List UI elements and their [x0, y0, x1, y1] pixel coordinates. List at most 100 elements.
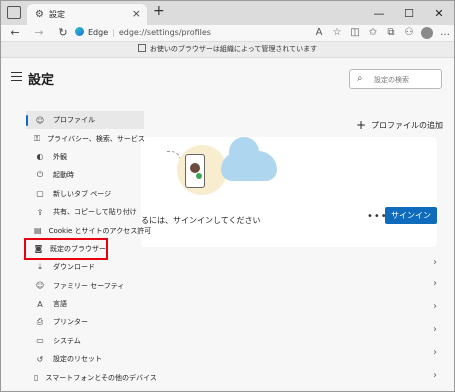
managed-notice-bar: お使いのブラウザーは組織によって管理されています — [1, 41, 454, 58]
minimize-icon[interactable]: — — [364, 1, 394, 25]
split-screen-icon[interactable]: ◫ — [346, 25, 364, 41]
sidebar-item-label: 共有、コピーして貼り付け — [53, 208, 137, 217]
status-dot — [196, 173, 202, 179]
profile-avatar-icon[interactable] — [418, 25, 436, 41]
sidebar-item[interactable]: ◉Microsoft Edge について — [26, 387, 144, 391]
gear-icon: ⚙ — [35, 9, 44, 20]
close-tab-icon[interactable]: × — [132, 7, 141, 20]
tab-settings[interactable]: ⚙ 設定 × — [27, 4, 147, 25]
profile-card: るには、サインインしてください ••• サインイン — [141, 137, 437, 247]
address-path: edge://settings/profiles — [118, 28, 211, 37]
default-browser-icon: ◙ — [34, 244, 43, 254]
sidebar-item[interactable]: ▯ スマートフォンとその他のデバイス — [26, 368, 157, 386]
sidebar-item-label: Cookie とサイトのアクセス許可 — [48, 226, 152, 235]
signin-prompt: るには、サインインしてください — [141, 216, 261, 225]
sidebar-item[interactable]: ▭ システム — [26, 332, 144, 350]
sidebar-item[interactable]: A 言語 — [26, 295, 144, 313]
chevron-right-icon[interactable]: › — [433, 370, 437, 381]
reset-icon: ↺ — [36, 354, 44, 364]
power-icon: ⏻ — [36, 170, 44, 180]
appearance-icon: ◐ — [36, 152, 44, 162]
close-window-icon[interactable]: ✕ — [424, 1, 454, 25]
family-icon: ☺ — [35, 281, 45, 291]
cookie-icon: ▤ — [34, 226, 42, 236]
sidebar-item-label: システム — [53, 336, 81, 345]
sidebar-item[interactable]: ⇪ 共有、コピーして貼り付け — [26, 203, 144, 221]
tab-title: 設定 — [49, 10, 65, 19]
new-tab-icon[interactable]: + — [153, 3, 165, 19]
building-icon — [137, 44, 146, 52]
language-icon: A — [37, 299, 43, 309]
collections-icon[interactable]: ⧉ — [382, 25, 400, 41]
share-icon: ⇪ — [36, 207, 44, 217]
search-icon: ⌕ — [357, 73, 363, 84]
extensions-icon[interactable]: ⚇ — [400, 25, 418, 41]
profiles-section: + プロファイルの追加 るには、サインインしてください ••• サインイン — [141, 104, 449, 304]
sidebar-item[interactable]: ▢ 新しいタブ ページ — [26, 185, 144, 203]
address-separator: | — [112, 28, 115, 37]
search-placeholder: 設定の検索 — [374, 76, 409, 84]
person-icon: ☺ — [35, 115, 45, 125]
sidebar-item[interactable]: ◙ 既定のブラウザー — [24, 237, 108, 261]
settings-main: ⌕ 設定の検索 + プロファイルの追加 るには、サインインしてください ••• … — [141, 58, 454, 391]
sidebar-item[interactable]: ⤓ ダウンロード — [26, 258, 144, 276]
sidebar-item[interactable]: ⎙ プリンター — [26, 313, 144, 331]
add-profile-button[interactable]: + プロファイルの追加 — [356, 118, 443, 132]
sidebar-item-label: ダウンロード — [53, 263, 95, 272]
plus-icon: + — [355, 118, 366, 132]
system-icon: ▭ — [36, 336, 44, 346]
sidebar-item[interactable]: ◐ 外観 — [26, 148, 144, 166]
signin-button[interactable]: サインイン — [385, 207, 437, 224]
sidebar-item-label: 言語 — [53, 300, 67, 309]
sidebar-item-label: 外観 — [53, 152, 67, 161]
refresh-icon[interactable]: ↻ — [55, 25, 71, 41]
add-profile-label: プロファイルの追加 — [371, 121, 443, 130]
menu-icon[interactable] — [11, 72, 22, 84]
edge-logo-icon — [75, 27, 84, 36]
sidebar-item[interactable]: ▤ Cookie とサイトのアクセス許可 — [26, 221, 151, 239]
phone-illustration — [185, 154, 205, 188]
cloud-shape — [221, 137, 277, 181]
forward-icon[interactable]: → — [31, 25, 47, 41]
sidebar-item[interactable]: ☺ プロファイル — [26, 111, 144, 130]
sidebar-item-label: プロファイル — [53, 116, 95, 125]
lock-icon: ⚿ — [34, 133, 41, 143]
sidebar-item-label: スマートフォンとその他のデバイス — [45, 373, 157, 382]
read-aloud-icon[interactable]: A — [310, 25, 328, 41]
settings-sidebar: 設定 ☺ プロファイル ⚿ プライバシー、検索、サービス ◐ 外観 ⏻ 起動時 ▢ 新しいタブ ペ… — [1, 58, 157, 391]
chevron-right-icon[interactable]: › — [433, 257, 437, 268]
sidebar-item[interactable]: ↺ 設定のリセット — [26, 350, 144, 368]
sidebar-item[interactable]: ☺ ファミリー セーフティ — [26, 277, 144, 295]
more-menu-icon[interactable]: … — [436, 25, 454, 41]
download-icon: ⤓ — [38, 262, 42, 272]
new-tab-icon: ▢ — [36, 189, 44, 199]
printer-icon: ⎙ — [36, 317, 44, 327]
address-toolbar: ← → ↻ Edge | edge://settings/profiles A ☆ … — [1, 25, 454, 41]
favorite-star-icon[interactable]: ☆ — [328, 25, 346, 41]
chevron-right-icon[interactable]: › — [433, 324, 437, 335]
favorites-icon[interactable]: ✩ — [364, 25, 382, 41]
settings-search-input[interactable]: ⌕ 設定の検索 — [349, 69, 442, 89]
address-bar[interactable]: Edge | edge://settings/profiles — [75, 27, 211, 37]
sidebar-item[interactable]: ⚿ プライバシー、検索、サービス — [26, 129, 145, 147]
maximize-icon[interactable]: ☐ — [394, 1, 424, 25]
back-icon[interactable]: ← — [7, 25, 23, 41]
address-brand: Edge — [88, 28, 109, 37]
window-controls: — ☐ ✕ — [364, 1, 454, 25]
sidebar-item-label: プライバシー、検索、サービス — [47, 134, 145, 143]
chevron-right-icon[interactable]: › — [433, 347, 437, 358]
sidebar-item-label: 起動時 — [53, 171, 74, 180]
sidebar-item-label: 設定のリセット — [53, 355, 102, 364]
sidebar-item-label: 新しいタブ ページ — [53, 189, 112, 198]
avatar — [190, 163, 200, 173]
chevron-right-icon[interactable]: › — [433, 301, 437, 312]
sidebar-item-label: 既定のブラウザー — [50, 244, 106, 253]
tab-actions-icon[interactable] — [7, 6, 21, 19]
settings-nav: ☺ プロファイル ⚿ プライバシー、検索、サービス ◐ 外観 ⏻ 起動時 ▢ 新しいタブ ページ ⇪… — [24, 111, 157, 391]
managed-notice-text: お使いのブラウザーは組織によって管理されています — [149, 45, 318, 53]
sidebar-item[interactable]: ⏻ 起動時 — [26, 166, 144, 184]
toolbar-right: A ☆ ◫ ✩ ⧉ ⚇ … — [310, 25, 454, 41]
page-title: 設定 — [28, 73, 55, 88]
phone-icon: ▯ — [34, 373, 39, 383]
chevron-right-icon[interactable]: › — [433, 278, 437, 289]
